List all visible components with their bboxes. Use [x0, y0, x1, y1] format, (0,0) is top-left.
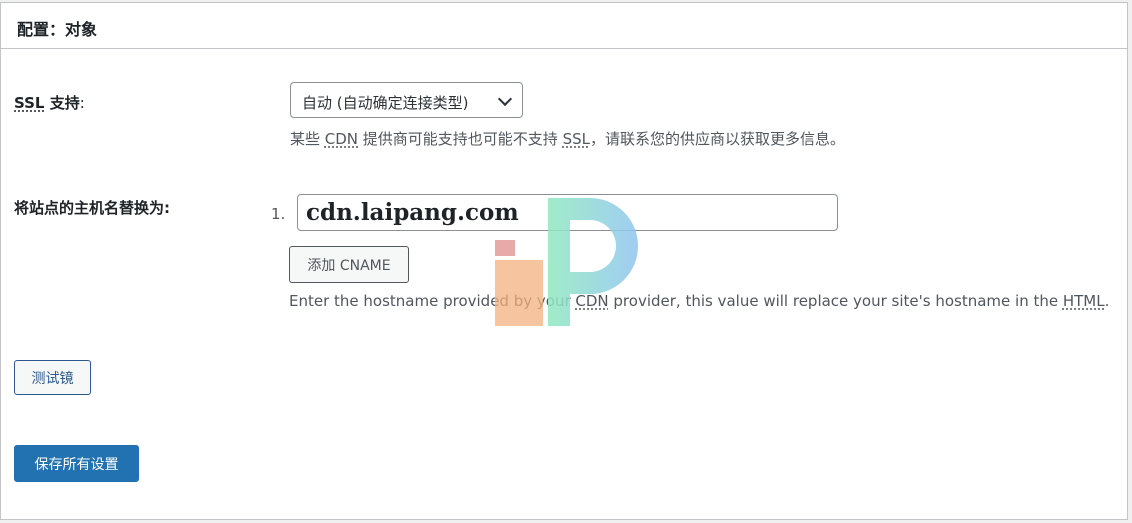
hostname-desc-part2: provider, this value will replace your s…	[608, 292, 1063, 310]
test-mirror-button[interactable]: 测试镜	[14, 360, 91, 395]
ssl-desc-part1: 某些	[290, 130, 325, 148]
ssl-abbr-desc: SSL	[562, 130, 590, 148]
hostname-description: Enter the hostname provided by your CDN …	[289, 292, 1109, 310]
chevron-down-icon	[497, 91, 513, 107]
hostname-desc-part3: .	[1104, 292, 1110, 310]
html-abbr: HTML	[1062, 292, 1105, 310]
ssl-description: 某些 CDN 提供商可能支持也可能不支持 SSL，请联系您的供应商以获取更多信息…	[290, 128, 845, 149]
hostname-label: 将站点的主机名替换为:	[14, 199, 170, 217]
cname-hostname-input[interactable]	[297, 194, 838, 231]
save-all-settings-button[interactable]: 保存所有设置	[14, 445, 139, 482]
add-cname-button[interactable]: 添加 CNAME	[289, 246, 409, 283]
ssl-label-text: 支持	[44, 94, 80, 112]
panel-title: 配置：对象	[17, 20, 98, 39]
ssl-label-colon: :	[79, 94, 85, 112]
cdn-abbr: CDN	[324, 130, 359, 148]
ssl-mode-value: 自动 (自动确定连接类型)	[302, 94, 469, 112]
ssl-mode-select[interactable]: 自动 (自动确定连接类型)	[290, 82, 523, 118]
ssl-support-label: SSL 支持:	[14, 92, 85, 113]
panel-header: 配置：对象	[1, 3, 1127, 49]
hostname-desc-part1: Enter the hostname provided by your	[289, 292, 576, 310]
ssl-desc-part2: 提供商可能支持也可能不支持	[358, 130, 563, 148]
ssl-abbr: SSL	[14, 94, 45, 112]
ssl-desc-part3: ，请联系您的供应商以获取更多信息。	[589, 130, 845, 148]
cname-list-number: 1.	[271, 205, 286, 223]
config-panel: 配置：对象	[0, 2, 1128, 520]
cdn-abbr-hostname: CDN	[575, 292, 609, 310]
